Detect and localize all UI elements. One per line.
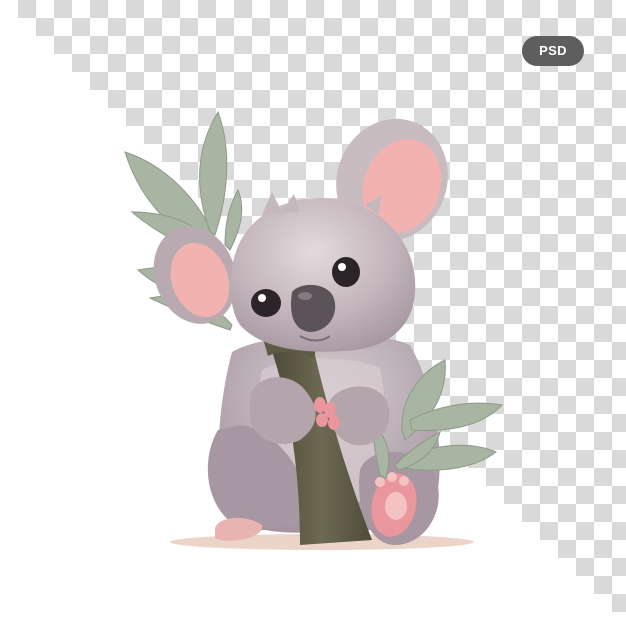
left-eye xyxy=(251,289,281,317)
koala-illustration xyxy=(124,110,504,550)
image-canvas: PSD xyxy=(0,0,626,626)
right-eye xyxy=(332,257,360,287)
